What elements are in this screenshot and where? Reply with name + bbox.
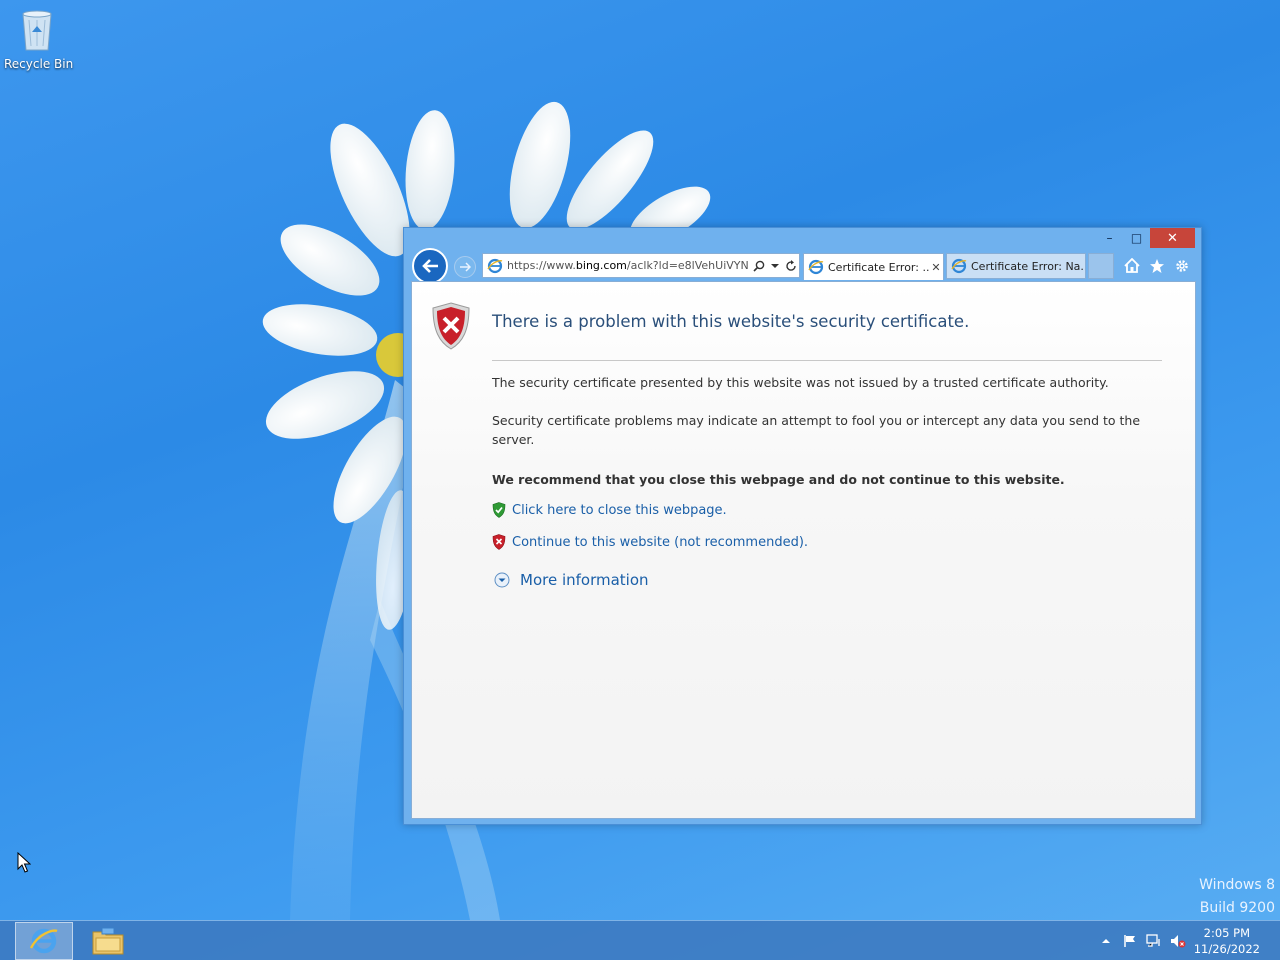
tab-close-icon[interactable]: ✕ <box>929 261 943 274</box>
ie-tab-icon <box>951 258 967 274</box>
back-button[interactable] <box>412 248 448 284</box>
address-url[interactable]: https://www.bing.com/aclk?ld=e8lVehUiVYN <box>507 259 751 272</box>
maximize-button[interactable]: □ <box>1123 228 1150 248</box>
taskbar-file-explorer-button[interactable] <box>79 922 137 960</box>
browser-toolbar <box>1122 256 1191 275</box>
watermark-os-name: Windows 8 <box>1199 877 1275 893</box>
more-information-toggle[interactable]: More information <box>494 571 649 589</box>
forward-button[interactable] <box>454 256 476 278</box>
taskbar-internet-explorer-button[interactable] <box>15 922 73 960</box>
page-content: There is a problem with this website's s… <box>411 281 1196 819</box>
continue-website-link[interactable]: Continue to this website (not recommende… <box>492 534 808 550</box>
tab-certificate-error-second[interactable]: Certificate Error: Na... <box>946 253 1086 279</box>
certificate-issue-text: The security certificate presented by th… <box>492 375 1109 390</box>
folder-icon <box>92 927 124 955</box>
tab-label: Certificate Error: Na... <box>971 259 1085 273</box>
tab-certificate-error-active[interactable]: Certificate Error: ... ✕ <box>803 253 944 280</box>
recycle-bin-shortcut[interactable]: Recycle Bin <box>4 6 74 71</box>
navigation-bar: https://www.bing.com/aclk?ld=e8lVehUiVYN… <box>412 248 1193 284</box>
clock-time: 2:05 PM <box>1203 926 1251 940</box>
ie-page-icon <box>487 258 503 273</box>
certificate-warning-text: Security certificate problems may indica… <box>492 413 1141 447</box>
windows-build-watermark: Windows 8 Build 9200 <box>1199 874 1275 920</box>
favorites-star-icon[interactable] <box>1147 256 1166 275</box>
security-error-shield-icon <box>432 302 470 350</box>
ie-tab-icon <box>808 259 824 275</box>
url-suffix: /aclk?ld=e8lVehUiVYN <box>626 259 749 272</box>
clock-date: 11/26/2022 <box>1193 942 1260 956</box>
watermark-build: Build 9200 <box>1199 900 1275 916</box>
volume-muted-icon[interactable] <box>1170 933 1186 949</box>
refresh-icon[interactable] <box>783 259 799 272</box>
chevron-down-icon <box>494 572 510 588</box>
taskbar: 2:05 PM 11/26/2022 <box>0 920 1280 960</box>
dropdown-arrow-icon[interactable] <box>767 263 783 269</box>
url-prefix: https://www. <box>507 259 576 272</box>
red-shield-x-icon <box>492 534 506 550</box>
back-arrow-icon <box>422 259 438 273</box>
minimize-button[interactable]: – <box>1096 228 1123 248</box>
recommendation-text: We recommend that you close this webpage… <box>492 472 1065 487</box>
system-tray <box>1098 933 1186 949</box>
recycle-bin-label: Recycle Bin <box>4 57 74 71</box>
network-icon[interactable] <box>1146 933 1162 949</box>
recycle-bin-icon <box>22 10 52 51</box>
url-domain: bing.com <box>575 259 627 272</box>
internet-explorer-window: – □ ✕ https://www.bing.com/aclk?ld=e8lVe… <box>403 227 1202 825</box>
more-information-label[interactable]: More information <box>520 571 649 589</box>
internet-explorer-icon <box>29 928 58 954</box>
home-icon[interactable] <box>1122 256 1141 275</box>
forward-arrow-icon <box>460 262 471 272</box>
green-shield-check-icon <box>492 502 506 518</box>
close-webpage-link[interactable]: Click here to close this webpage. <box>492 502 727 518</box>
title-divider <box>492 360 1162 361</box>
show-hidden-icons-icon[interactable] <box>1098 933 1114 949</box>
continue-website-link-text[interactable]: Continue to this website (not recommende… <box>512 535 808 550</box>
page-title: There is a problem with this website's s… <box>492 312 970 331</box>
gear-icon[interactable] <box>1172 256 1191 275</box>
tab-label: Certificate Error: ... <box>828 260 929 274</box>
window-caption-buttons: – □ ✕ <box>1096 228 1195 248</box>
action-center-flag-icon[interactable] <box>1122 933 1138 949</box>
close-window-button[interactable]: ✕ <box>1150 228 1195 248</box>
close-webpage-link-text[interactable]: Click here to close this webpage. <box>512 503 727 518</box>
search-icon[interactable] <box>751 260 767 272</box>
mouse-cursor-icon <box>17 852 31 873</box>
new-tab-button[interactable] <box>1088 253 1114 279</box>
taskbar-clock[interactable]: 2:05 PM 11/26/2022 <box>1194 925 1260 957</box>
address-bar[interactable]: https://www.bing.com/aclk?ld=e8lVehUiVYN <box>482 253 800 278</box>
